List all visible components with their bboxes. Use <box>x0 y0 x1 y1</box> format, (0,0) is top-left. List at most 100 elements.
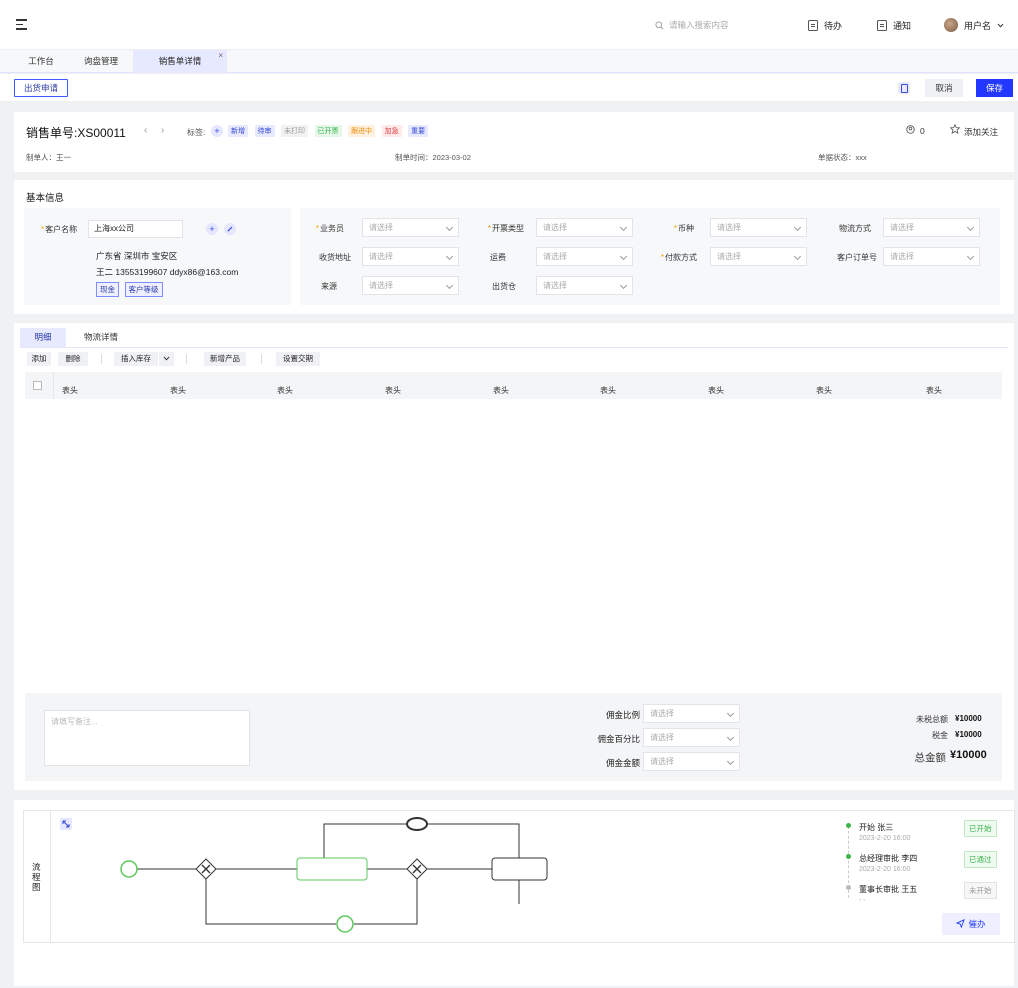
search-box[interactable]: 请输入搜索内容 <box>655 19 729 31</box>
table-header-cell: 表头 <box>385 386 401 395</box>
field-label-salesman: *业务员 <box>315 224 344 233</box>
expand-icon[interactable] <box>60 818 72 830</box>
customer-input[interactable]: 上海xx公司 <box>88 220 183 238</box>
gateway-1 <box>195 858 217 880</box>
tab-inquiry[interactable]: 询盘管理 <box>72 50 130 73</box>
tags-label: 标签: <box>187 128 206 137</box>
tag-unprinted[interactable]: 未打印 <box>281 125 309 137</box>
urge-button[interactable]: 催办 <box>942 913 1000 935</box>
todo-button[interactable]: 待办 <box>808 19 842 32</box>
source-select[interactable]: 请选择 <box>362 276 459 295</box>
tag-urgent[interactable]: 加急 <box>381 125 402 137</box>
next-arrow[interactable]: › <box>161 125 164 136</box>
tag-list: 新增 待审 未打印 已开票 跟进中 加急 重要 <box>228 125 432 137</box>
flow-panel: 流程图 开始 张三 2023-2-20 16:00 已开始 总经理审批 李四 2… <box>14 800 1015 986</box>
remark-textarea[interactable]: 请填写备注... <box>44 710 250 766</box>
urge-label: 催办 <box>968 919 986 929</box>
payment-select[interactable]: 请选择 <box>710 247 807 266</box>
notice-icon <box>877 20 887 31</box>
table-header-cell: 表头 <box>926 386 942 395</box>
table-header-cell: 表头 <box>62 386 78 395</box>
tab-sales-detail-label: 销售单详情 <box>158 56 202 66</box>
table-header-cell: 表头 <box>708 386 724 395</box>
column-divider <box>53 372 54 399</box>
chevron-down-icon <box>163 356 170 361</box>
add-button[interactable]: 添加 <box>27 352 51 366</box>
commission-percent-label: 佣金百分比 <box>597 734 640 744</box>
tab-divider <box>20 347 1008 348</box>
new-product-button[interactable]: 新增产品 <box>204 352 246 366</box>
gm-approval-task <box>296 857 368 881</box>
customer-address: 广东省 深圳市 宝安区 <box>96 251 178 261</box>
table-header-cell: 表头 <box>277 386 293 395</box>
flow-step-time: 2023-2-20 16:00 <box>859 835 911 842</box>
watch-button[interactable]: 添加关注 <box>964 126 998 138</box>
search-input[interactable]: 请输入搜索内容 <box>669 19 729 31</box>
menu-icon[interactable] <box>16 19 27 31</box>
commission-amount-select[interactable]: 请选择 <box>643 752 740 771</box>
field-label-warehouse: 出货仓 <box>492 282 516 291</box>
flow-step-time: - - <box>859 897 866 904</box>
invoice-type-select[interactable]: 请选择 <box>536 218 633 237</box>
tab-workbench[interactable]: 工作台 <box>14 50 68 73</box>
tag-important[interactable]: 重要 <box>408 125 429 137</box>
tag-new[interactable]: 新增 <box>228 125 248 137</box>
notice-label: 通知 <box>893 21 912 31</box>
prev-arrow[interactable]: ‹ <box>144 125 147 136</box>
badge-cash: 现金 <box>96 282 119 297</box>
flow-title-divider <box>50 810 51 943</box>
ship-request-button[interactable]: 出货申请 <box>14 79 68 97</box>
user-icon <box>906 125 915 134</box>
star-icon[interactable] <box>950 124 960 134</box>
cancel-button[interactable]: 取消 <box>925 79 963 97</box>
chevron-down-icon <box>997 23 1004 28</box>
field-label-logistics: 物流方式 <box>839 224 871 233</box>
untaxed-value: ¥10000 <box>955 714 982 723</box>
badge-level: 客户等级 <box>124 282 163 297</box>
start-event <box>120 860 138 878</box>
commission-ratio-select[interactable]: 请选择 <box>643 704 740 723</box>
close-icon[interactable]: × <box>218 44 223 67</box>
tab-sales-detail[interactable]: 销售单详情 × <box>133 50 227 73</box>
tab-logistics[interactable]: 物流详情 <box>72 328 130 347</box>
delete-button[interactable]: 删除 <box>58 352 88 366</box>
commission-percent-select[interactable]: 请选择 <box>643 728 740 747</box>
field-label-source: 来源 <box>321 282 337 291</box>
save-button[interactable]: 保存 <box>976 79 1013 97</box>
tab-bar: 工作台 询盘管理 销售单详情 × <box>0 50 1018 73</box>
salesman-select[interactable]: 请选择 <box>362 218 459 237</box>
watch-count: 0 <box>920 126 925 136</box>
timeline-dot <box>846 885 851 890</box>
tag-pending[interactable]: 待审 <box>254 125 275 137</box>
select-all-checkbox[interactable] <box>33 381 42 390</box>
tag-following[interactable]: 跟进中 <box>348 125 376 137</box>
logistics-select[interactable]: 请选择 <box>883 218 980 237</box>
field-label-address: 收货地址 <box>319 253 351 262</box>
field-label-currency: *币种 <box>673 224 694 233</box>
set-delivery-button[interactable]: 设置交期 <box>276 352 320 366</box>
notice-button[interactable]: 通知 <box>877 19 911 32</box>
user-menu[interactable]: 用户名 <box>944 18 1004 32</box>
insert-stock-dropdown[interactable] <box>159 352 174 366</box>
customer-card: *客户名称 上海xx公司 + 广东省 深圳市 宝安区 王二 1355319960… <box>24 208 291 305</box>
action-bar: 出货申请 取消 保存 <box>0 74 1018 101</box>
tab-detail[interactable]: 明细 <box>20 328 66 347</box>
order-header-panel: 销售单号:XS00011 ‹ › 标签: + 新增 待审 未打印 已开票 跟进中… <box>14 112 1014 172</box>
end-event <box>406 817 428 831</box>
document-icon[interactable] <box>898 82 910 94</box>
flow-step-time: 2023-2-20 16:00 <box>859 866 911 873</box>
end-event-green <box>336 915 354 933</box>
add-circle-icon[interactable]: + <box>206 223 218 235</box>
tag-invoiced[interactable]: 已开票 <box>314 125 342 137</box>
warehouse-select[interactable]: 请选择 <box>536 276 633 295</box>
add-tag-icon[interactable]: + <box>211 125 223 137</box>
field-label-freight: 运费 <box>490 253 506 262</box>
search-icon <box>655 20 664 29</box>
address-select[interactable]: 请选择 <box>362 247 459 266</box>
insert-stock-button[interactable]: 插入库存 <box>114 352 158 366</box>
customer-order-select[interactable]: 请选择 <box>883 247 980 266</box>
currency-select[interactable]: 请选择 <box>710 218 807 237</box>
freight-select[interactable]: 请选择 <box>536 247 633 266</box>
edit-icon[interactable] <box>224 223 236 235</box>
table-header-cell: 表头 <box>170 386 186 395</box>
